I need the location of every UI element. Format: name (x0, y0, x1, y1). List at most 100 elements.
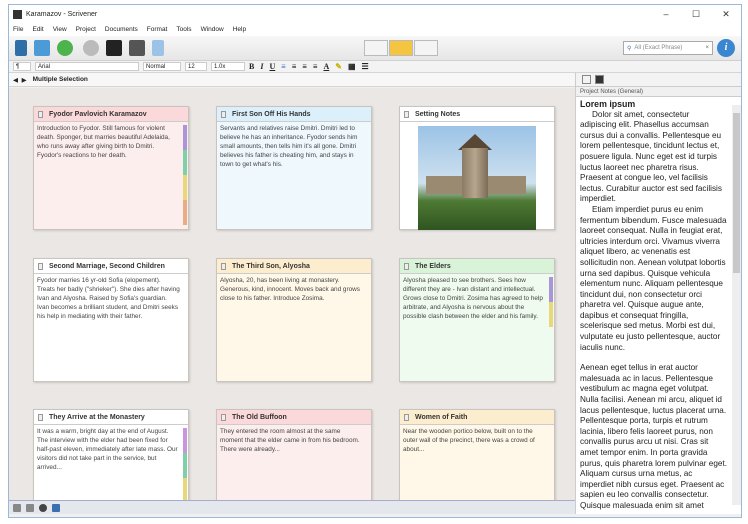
card-title: Second Marriage, Second Children (49, 263, 165, 270)
justify-icon[interactable]: ≡ (302, 62, 307, 71)
card-title-bar: They Arrive at the Monastery (34, 410, 188, 425)
bookmarks-tab-icon[interactable] (595, 75, 604, 84)
project-notes-text[interactable]: Lorem ipsum Dolor sit amet, consectetur … (576, 97, 741, 512)
card-title-bar: First Son Off His Hands (217, 107, 371, 122)
index-card[interactable]: Fyodor Pavlovich KaramazovIntroduction t… (33, 106, 189, 230)
bold-button[interactable]: B (249, 62, 254, 71)
menu-view[interactable]: View (53, 26, 67, 33)
maximize-button[interactable]: ☐ (681, 9, 711, 20)
label-strip (183, 200, 187, 225)
delete-icon[interactable] (83, 40, 99, 56)
index-card[interactable]: Women of Faith Near the wooden portico be… (399, 409, 555, 500)
card-synopsis: Alyosha pleased to see brothers. Sees ho… (400, 274, 554, 321)
label-strip (549, 277, 553, 302)
card-title: The Elders (415, 263, 451, 270)
text-color-icon[interactable]: A (324, 62, 330, 71)
binder-icon[interactable] (15, 40, 27, 56)
card-synopsis: Servants and relatives raise Dmitri. Dmi… (217, 122, 371, 169)
menu-edit[interactable]: Edit (32, 26, 43, 33)
notes-paragraph: Etiam imperdiet purus eu enim fermentum … (580, 205, 727, 353)
index-card[interactable]: They Arrive at the MonasteryIt was a war… (33, 409, 189, 500)
search-input[interactable]: ⚲ All (Exact Phrase) × (623, 41, 713, 55)
card-title: Setting Notes (415, 111, 460, 118)
notes-heading: Lorem ipsum (580, 99, 727, 110)
menu-tools[interactable]: Tools (176, 26, 191, 33)
menu-project[interactable]: Project (76, 26, 96, 33)
document-icon (221, 111, 226, 118)
label-strip (183, 175, 187, 200)
forward-arrow-icon[interactable]: ▶ (22, 76, 27, 84)
search-icon: ⚲ (627, 45, 631, 52)
card-synopsis: Near the wooden portico below, built on … (400, 425, 554, 454)
card-title: The Old Buffoon (232, 414, 287, 421)
fullscreen-icon[interactable] (129, 40, 145, 56)
align-center-icon[interactable]: ≡ (292, 62, 297, 71)
card-synopsis: It was a warm, bright day at the end of … (34, 425, 188, 472)
document-icon (404, 263, 409, 270)
label-strips (183, 125, 187, 225)
new-card-icon[interactable] (13, 504, 21, 512)
menu-help[interactable]: Help (233, 26, 246, 33)
outliner-view-button[interactable] (414, 40, 438, 56)
align-right-icon[interactable]: ≡ (313, 62, 318, 71)
spacing-select[interactable]: 1.0x (211, 62, 245, 71)
card-title: First Son Off His Hands (232, 111, 311, 118)
scrivener-window: Karamazov - Scrivener – ☐ ✕ File Edit Vi… (8, 4, 742, 518)
sync-arrows-icon[interactable] (52, 504, 60, 512)
italic-button[interactable]: I (260, 62, 263, 71)
add-icon[interactable] (57, 40, 73, 56)
settings-gear-icon[interactable] (39, 504, 47, 512)
label-strip (549, 302, 553, 327)
footer-bar (9, 500, 575, 514)
card-title: Women of Faith (415, 414, 467, 421)
index-card[interactable]: Setting Notes (399, 106, 555, 230)
notes-section-select[interactable]: Project Notes (General) (576, 87, 741, 97)
document-icon (404, 414, 409, 421)
highlight-icon[interactable]: ✎ (335, 62, 342, 71)
notes-tab-icon[interactable] (582, 75, 591, 84)
clear-search-icon[interactable]: × (705, 45, 709, 51)
index-card[interactable]: The Elders Alyosha pleased to see brother… (399, 258, 555, 382)
corkboard-view-button[interactable] (389, 40, 413, 56)
index-card[interactable]: The Old BuffoonThey entered the room alm… (216, 409, 372, 500)
menu-format[interactable]: Format (147, 26, 168, 33)
style-select[interactable]: Normal (143, 62, 181, 71)
card-title-bar: Fyodor Pavlovich Karamazov (34, 107, 188, 122)
minimize-button[interactable]: – (651, 9, 681, 20)
close-button[interactable]: ✕ (711, 9, 741, 20)
index-card[interactable]: First Son Off His Hands Servants and rela… (216, 106, 372, 230)
menu-window[interactable]: Window (201, 26, 224, 33)
list-icon[interactable]: ☰ (362, 62, 369, 71)
inspector-panel: Project Notes (General) Lorem ipsum Dolo… (575, 73, 741, 514)
menu-file[interactable]: File (13, 26, 23, 33)
size-select[interactable]: 12 (185, 62, 207, 71)
label-strips (183, 428, 187, 500)
monastery-tower-image (418, 126, 536, 230)
font-select[interactable]: Arial (35, 62, 139, 71)
underline-button[interactable]: U (269, 62, 275, 71)
keywords-icon[interactable] (106, 40, 122, 56)
copy-icon[interactable] (26, 504, 34, 512)
notes-paragraph: Dolor sit amet, consectetur adipiscing e… (580, 110, 727, 205)
table-icon[interactable]: ▦ (348, 62, 356, 71)
index-card[interactable]: Second Marriage, Second Children Fyodor m… (33, 258, 189, 382)
notes-scrollbar[interactable] (732, 105, 741, 505)
card-synopsis: Fyodor marries 16 yr-old Sofia (elopemen… (34, 274, 188, 321)
back-arrow-icon[interactable]: ◀ (13, 76, 18, 84)
label-strip (183, 453, 187, 478)
paragraph-style-icon[interactable]: ¶ (13, 62, 31, 71)
menu-bar: File Edit View Project Documents Format … (9, 23, 741, 36)
index-card[interactable]: The Third Son, AlyoshaAlyosha, 20, has b… (216, 258, 372, 382)
label-strip (183, 150, 187, 175)
align-left-icon[interactable]: ≡ (281, 62, 286, 71)
scrivenings-view-button[interactable] (364, 40, 388, 56)
card-title: The Third Son, Alyosha (232, 263, 310, 270)
card-title-bar: The Third Son, Alyosha (217, 259, 371, 274)
app-icon (13, 10, 22, 19)
inspector-toggle-button[interactable]: i (717, 39, 735, 57)
menu-documents[interactable]: Documents (105, 26, 138, 33)
folder-icon[interactable] (34, 40, 50, 56)
compile-icon[interactable] (152, 40, 164, 56)
window-title: Karamazov - Scrivener (26, 11, 97, 18)
notes-paragraph: Aenean eget tellus in erat auctor malesu… (580, 363, 727, 512)
